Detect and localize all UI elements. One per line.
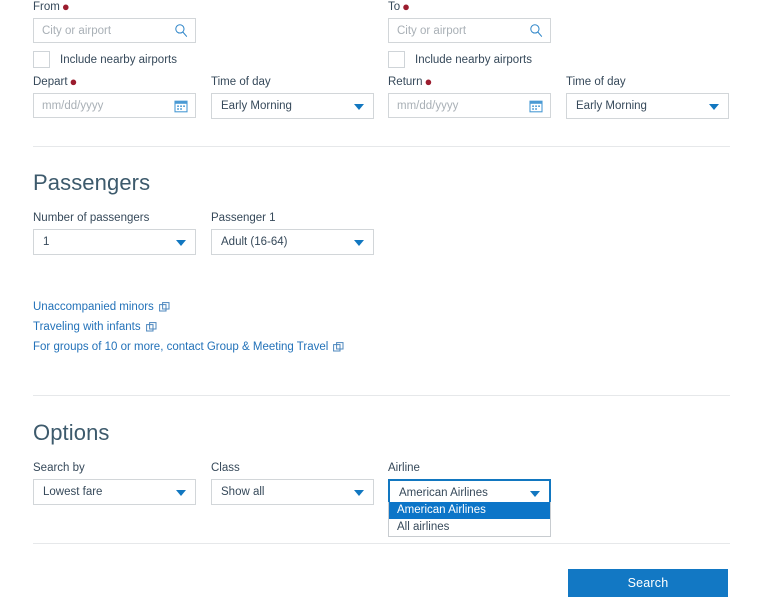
number-of-passengers-select[interactable]: 1 (33, 229, 196, 255)
passenger-1-type-value: Adult (16-64) (221, 236, 288, 248)
return-time-of-day-label: Time of day (566, 76, 626, 88)
to-nearby-checkbox[interactable] (388, 51, 405, 68)
depart-time-of-day-group: Time of day Early Morning (211, 75, 374, 119)
options-heading: Options (33, 420, 110, 445)
airline-value: American Airlines (399, 486, 488, 499)
return-input-wrapper[interactable] (388, 93, 551, 118)
class-select[interactable]: Show all (211, 479, 374, 505)
depart-time-of-day-value: Early Morning (221, 100, 292, 112)
chevron-down-icon (709, 104, 719, 110)
passenger-1-label: Passenger 1 (211, 212, 276, 224)
flight-search-page: From● Include nearby airports To● Includ… (0, 0, 770, 605)
passenger-1-group: Passenger 1 Adult (16-64) (211, 211, 374, 255)
traveling-with-infants-link[interactable]: Traveling with infants (33, 321, 157, 333)
return-time-of-day-group: Time of day Early Morning (566, 75, 729, 119)
unaccompanied-minors-link[interactable]: Unaccompanied minors (33, 301, 170, 313)
chevron-down-icon (530, 490, 540, 497)
section-divider-2 (33, 395, 730, 396)
depart-time-of-day-label: Time of day (211, 76, 271, 88)
to-input[interactable] (389, 19, 550, 42)
class-value: Show all (221, 486, 265, 498)
section-divider-1 (33, 146, 730, 147)
chevron-down-icon (354, 240, 364, 246)
passenger-1-type-select[interactable]: Adult (16-64) (211, 229, 374, 255)
airline-label: Airline (388, 462, 420, 474)
external-link-icon (333, 341, 344, 353)
unaccompanied-minors-label: Unaccompanied minors (33, 301, 154, 313)
from-nearby-label: Include nearby airports (60, 53, 177, 66)
class-label: Class (211, 462, 240, 474)
group-meeting-travel-link[interactable]: For groups of 10 or more, contact Group … (33, 341, 344, 353)
to-label: To ● (388, 0, 411, 15)
return-field-group: Return ● (388, 75, 551, 118)
required-marker: ● (69, 74, 78, 90)
search-button[interactable]: Search (568, 569, 728, 597)
from-nearby-checkbox-row[interactable]: Include nearby airports (33, 51, 196, 68)
return-time-of-day-select[interactable]: Early Morning (566, 93, 729, 119)
from-input-wrapper[interactable] (33, 18, 196, 43)
passengers-heading: Passengers (33, 170, 151, 195)
required-marker: ● (424, 74, 433, 90)
number-of-passengers-value: 1 (43, 236, 50, 248)
to-nearby-checkbox-row[interactable]: Include nearby airports (388, 51, 551, 68)
external-link-icon (158, 301, 170, 313)
return-date-input[interactable] (389, 94, 550, 117)
airline-dropdown-list[interactable]: American Airlines All airlines (388, 502, 551, 537)
chevron-down-icon (176, 240, 186, 246)
airline-option-all-airlines[interactable]: All airlines (389, 519, 550, 536)
from-nearby-checkbox[interactable] (33, 51, 50, 68)
to-nearby-label: Include nearby airports (415, 53, 532, 66)
from-field-group: From● Include nearby airports (33, 0, 196, 68)
group-meeting-travel-label: For groups of 10 or more, contact Group … (33, 341, 329, 353)
required-marker: ● (61, 0, 70, 15)
airline-group: Airline American Airlines (388, 461, 551, 506)
depart-input-wrapper[interactable] (33, 93, 196, 118)
return-label: Return ● (388, 74, 433, 90)
airline-option-american-airlines[interactable]: American Airlines (389, 502, 550, 519)
depart-label: Depart ● (33, 74, 78, 90)
number-of-passengers-group: Number of passengers 1 (33, 211, 196, 255)
section-divider-3 (33, 543, 730, 544)
chevron-down-icon (176, 490, 186, 496)
to-input-wrapper[interactable] (388, 18, 551, 43)
required-marker: ● (402, 0, 411, 15)
traveling-with-infants-label: Traveling with infants (33, 321, 141, 333)
external-link-icon (145, 321, 157, 333)
number-of-passengers-label: Number of passengers (33, 212, 150, 224)
search-by-group: Search by Lowest fare (33, 461, 196, 505)
class-group: Class Show all (211, 461, 374, 505)
return-time-of-day-value: Early Morning (576, 100, 647, 112)
chevron-down-icon (354, 490, 364, 496)
search-by-value: Lowest fare (43, 486, 103, 498)
to-field-group: To● Include nearby airports (388, 0, 551, 68)
depart-date-input[interactable] (34, 94, 195, 117)
depart-time-of-day-select[interactable]: Early Morning (211, 93, 374, 119)
from-input[interactable] (34, 19, 195, 42)
search-by-select[interactable]: Lowest fare (33, 479, 196, 505)
from-label: From ● (33, 0, 70, 15)
chevron-down-icon (354, 104, 364, 110)
search-by-label: Search by (33, 462, 85, 474)
depart-field-group: Depart ● (33, 75, 196, 118)
